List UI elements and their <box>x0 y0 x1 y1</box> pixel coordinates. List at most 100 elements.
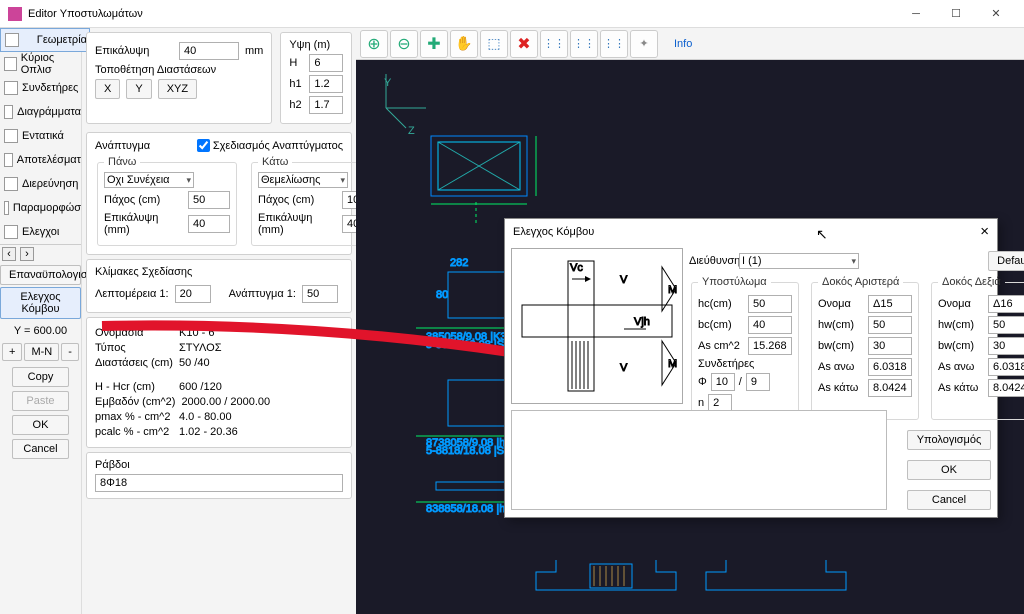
sidenav-main-reinf[interactable]: Κύριος Οπλισ <box>0 52 81 76</box>
development-label: Ανάπτυγμα <box>95 140 150 152</box>
sidenav-investigate[interactable]: Διερεύνηση <box>0 172 81 196</box>
sidenav-loads[interactable]: Εντατικά <box>0 124 81 148</box>
paste-button: Paste <box>12 391 69 411</box>
tool-a-button[interactable]: ⋮⋮ <box>540 30 568 58</box>
heights-label: Υψη (m) <box>289 39 343 51</box>
beamR-bw-input[interactable] <box>988 337 1024 355</box>
minus-button[interactable]: - <box>61 343 79 361</box>
hc-input[interactable] <box>748 295 792 313</box>
top-continuity-select[interactable]: Οχι Συνέχεια▾ <box>104 172 194 188</box>
grid-b-icon: ⋮⋮ <box>573 37 595 50</box>
bars-label: Ράβδοι <box>95 459 343 471</box>
dim-y-button[interactable]: Y <box>126 79 151 99</box>
node-check-dialog: Ελεγχος Κόμβου × Vc V V Vjh M M <box>504 218 998 518</box>
dialog-cancel-button[interactable]: Cancel <box>907 490 991 510</box>
plus-button[interactable]: + <box>2 343 22 361</box>
bot-continuity-select[interactable]: Θεμελίωσης▾ <box>258 172 348 188</box>
svg-text:282: 282 <box>450 257 468 269</box>
sidenav-checks[interactable]: Ελεγχοι <box>0 220 81 244</box>
phi-input[interactable] <box>711 373 735 391</box>
height-h1-input[interactable] <box>309 75 343 93</box>
dev-scale-input[interactable] <box>302 285 338 303</box>
beamR-asBot-input[interactable] <box>988 379 1024 397</box>
diagram-icon <box>4 105 13 119</box>
as-input[interactable] <box>748 337 792 355</box>
magnify-icon <box>4 177 18 191</box>
sidenav-geometry[interactable]: Γεωμετρία <box>0 28 90 52</box>
beamL-asBot-input[interactable] <box>868 379 912 397</box>
beamR-hw-input[interactable] <box>988 316 1024 334</box>
minimize-button[interactable]: ─ <box>896 0 936 28</box>
phi-spacing-input[interactable] <box>746 373 770 391</box>
detail-scale-input[interactable] <box>175 285 211 303</box>
dialog-ok-button[interactable]: OK <box>907 460 991 480</box>
recompute-button[interactable]: Επαναϋπολογισμός <box>0 265 81 285</box>
close-button[interactable]: ✕ <box>976 0 1016 28</box>
pan-button[interactable]: ✋ <box>450 30 478 58</box>
zoom-extents-button[interactable]: ✚ <box>420 30 448 58</box>
deform-icon <box>4 201 9 215</box>
settings-button[interactable]: ✦ <box>630 30 658 58</box>
maximize-button[interactable]: ☐ <box>936 0 976 28</box>
stirrup-icon <box>4 81 18 95</box>
sidenav-results[interactable]: Αποτελέσματ <box>0 148 81 172</box>
view-3d-button[interactable]: ⬚ <box>480 30 508 58</box>
default-button[interactable]: Default <box>988 251 1024 271</box>
beamL-bw-input[interactable] <box>868 337 912 355</box>
hand-icon: ✋ <box>455 35 472 52</box>
height-H-input[interactable] <box>309 54 343 72</box>
height-h2-input[interactable] <box>309 96 343 114</box>
top-thickness-input[interactable] <box>188 191 230 209</box>
sidenav-stirrups[interactable]: Συνδετήρες <box>0 76 81 100</box>
name-label: Ονομασία <box>95 327 173 339</box>
bot-thickness-input[interactable] <box>342 191 356 209</box>
bot-cover-input[interactable] <box>342 215 356 233</box>
delete-button[interactable]: ✖ <box>510 30 538 58</box>
zoom-in-icon: ⊕ <box>367 34 380 54</box>
name-value: K10 - 6 <box>179 327 214 339</box>
zoom-out-button[interactable]: ⊖ <box>390 30 418 58</box>
svg-text:Y: Y <box>384 77 392 89</box>
axis-3d-icon: ⬚ <box>487 35 500 52</box>
beamL-asTop-input[interactable] <box>868 358 912 376</box>
copy-button[interactable]: Copy <box>12 367 69 387</box>
cover-unit: mm <box>245 45 263 57</box>
beamR-asTop-input[interactable] <box>988 358 1024 376</box>
direction-label: Διεύθυνση <box>689 255 735 267</box>
rebar-icon <box>4 57 17 71</box>
bars-input[interactable] <box>95 474 343 492</box>
dim-x-button[interactable]: X <box>95 79 120 99</box>
beamL-hw-input[interactable] <box>868 316 912 334</box>
nav-scroll-left[interactable]: ‹ <box>2 247 16 261</box>
hcr-value: 600 /120 <box>179 381 222 393</box>
calculate-button[interactable]: Υπολογισμός <box>907 430 991 450</box>
dialog-title: Ελεγχος Κόμβου <box>513 226 594 238</box>
dims-value: 50 /40 <box>179 357 210 369</box>
tool-c-button[interactable]: ⋮⋮ <box>600 30 628 58</box>
mn-button[interactable]: M-N <box>24 343 59 361</box>
tool-b-button[interactable]: ⋮⋮ <box>570 30 598 58</box>
cover-input[interactable] <box>179 42 239 60</box>
direction-select[interactable]: I (1)▾ <box>739 253 859 269</box>
ok-button-left[interactable]: OK <box>12 415 69 435</box>
grid-a-icon: ⋮⋮ <box>543 37 565 50</box>
top-cover-input[interactable] <box>188 215 230 233</box>
info-link[interactable]: Info <box>674 38 692 50</box>
draw-development-checkbox[interactable] <box>197 139 210 152</box>
zoom-plus-icon: ✚ <box>427 34 440 54</box>
beamL-name-input[interactable] <box>868 295 912 313</box>
cancel-button-left[interactable]: Cancel <box>12 439 69 459</box>
geometry-icon <box>5 33 19 47</box>
dialog-close-button[interactable]: × <box>980 223 989 240</box>
bc-input[interactable] <box>748 316 792 334</box>
node-check-button[interactable]: Ελεγχος Κόμβου <box>0 287 81 319</box>
dim-xyz-button[interactable]: XYZ <box>158 79 197 99</box>
sidenav-diagrams[interactable]: Διαγράμματα <box>0 100 81 124</box>
zoom-out-icon: ⊖ <box>397 34 410 54</box>
sidenav-deform[interactable]: Παραμορφώσ <box>0 196 81 220</box>
beamR-name-input[interactable] <box>988 295 1024 313</box>
zoom-in-button[interactable]: ⊕ <box>360 30 388 58</box>
nav-scroll-right[interactable]: › <box>20 247 34 261</box>
dialog-output-area[interactable] <box>511 410 887 510</box>
dims-label: Διαστάσεις (cm) <box>95 357 173 369</box>
